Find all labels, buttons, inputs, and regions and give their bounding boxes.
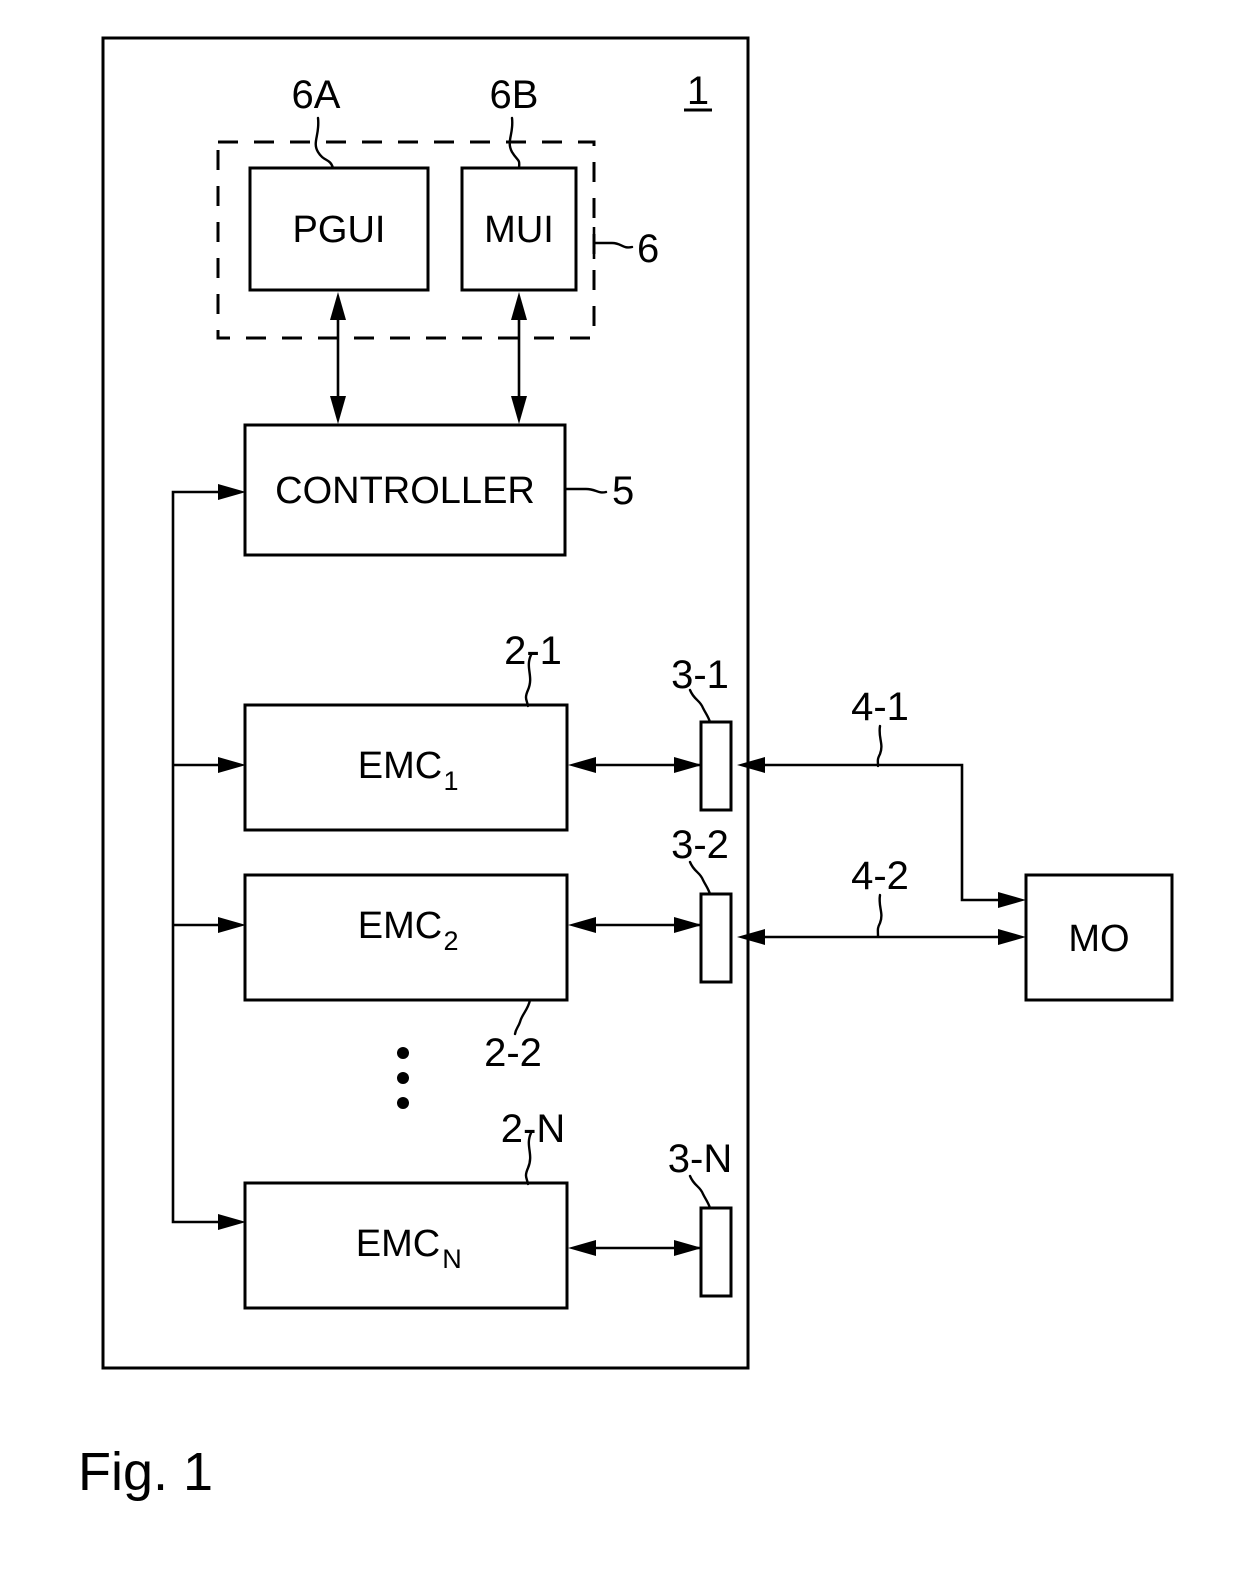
system-ref-label: 1	[687, 69, 709, 113]
controller-emc-bus	[171, 490, 232, 1224]
emcn-subscript: N	[442, 1244, 462, 1274]
port-3-n-ref-label: 3-N	[668, 1137, 732, 1181]
mui-label: MUI	[484, 209, 554, 251]
emc1-ref-label: 2-1	[504, 629, 562, 673]
emcn-ref-label: 2-N	[501, 1107, 565, 1151]
emc2-link-arrow-right	[674, 917, 702, 933]
emc2-ref-label: 2-2	[484, 1031, 542, 1075]
measurement-object-label: MO	[1068, 918, 1129, 960]
pgui-link-arrow-down	[330, 396, 346, 424]
controller-ref-label: 5	[612, 469, 634, 513]
ref-label-6: 6	[637, 227, 659, 271]
mui-link-arrow-up	[511, 292, 527, 320]
pgui-link-arrow-up	[330, 292, 346, 320]
channel-4-2-arrow-left	[737, 929, 765, 945]
emc1-subscript: 1	[443, 766, 458, 796]
emc2-subscript: 2	[443, 926, 458, 956]
figure-caption: Fig. 1	[78, 1442, 213, 1502]
channel-4-1-arrow-mo	[998, 892, 1026, 908]
leader-5	[564, 487, 608, 494]
port-3-n[interactable]	[699, 1206, 733, 1298]
ref-label-6a: 6A	[292, 73, 341, 117]
emc2-label: EMC	[358, 905, 442, 947]
emc1-link-arrow-right	[674, 757, 702, 773]
leader-2-2	[513, 998, 532, 1036]
ellipsis-dot-2	[397, 1072, 409, 1084]
port-3-1[interactable]	[699, 720, 733, 812]
bus-arrow-controller	[218, 484, 246, 500]
ellipsis-dot-3	[397, 1097, 409, 1109]
port-3-2[interactable]	[699, 892, 733, 984]
leader-6	[592, 241, 634, 249]
emcn-link-arrow-left	[568, 1240, 596, 1256]
controller-label: CONTROLLER	[275, 470, 535, 512]
emcn-label: EMC	[356, 1223, 440, 1265]
ellipsis-dot-1	[397, 1047, 409, 1059]
emc1-label: EMC	[358, 745, 442, 787]
mui-link-arrow-down	[511, 396, 527, 424]
bus-arrow-emc2	[218, 917, 246, 933]
emc1-link-arrow-left	[568, 757, 596, 773]
channel-4-1-ref-label: 4-1	[851, 685, 909, 729]
channel-4-2-ref-label: 4-2	[851, 854, 909, 898]
channel-4-2-arrow-mo	[998, 929, 1026, 945]
pgui-label: PGUI	[293, 209, 386, 251]
leader-4-1	[876, 724, 883, 768]
emc2-link-arrow-left	[568, 917, 596, 933]
figure-canvas: 1 6A 6B 6 PGUI MUI CONTROLLER 5 EMC 1 2-…	[78, 36, 1174, 1502]
patent-figure-1: 1 6A 6B 6 PGUI MUI CONTROLLER 5 EMC 1 2-…	[0, 0, 1240, 1595]
port-3-2-ref-label: 3-2	[671, 823, 729, 867]
channel-4-1-arrow-left	[737, 757, 765, 773]
emcn-link-arrow-right	[674, 1240, 702, 1256]
port-3-1-ref-label: 3-1	[671, 653, 729, 697]
bus-arrow-emcn	[218, 1214, 246, 1230]
bus-arrow-emc1	[218, 757, 246, 773]
ref-label-6b: 6B	[490, 73, 539, 117]
leader-4-2	[876, 893, 883, 938]
